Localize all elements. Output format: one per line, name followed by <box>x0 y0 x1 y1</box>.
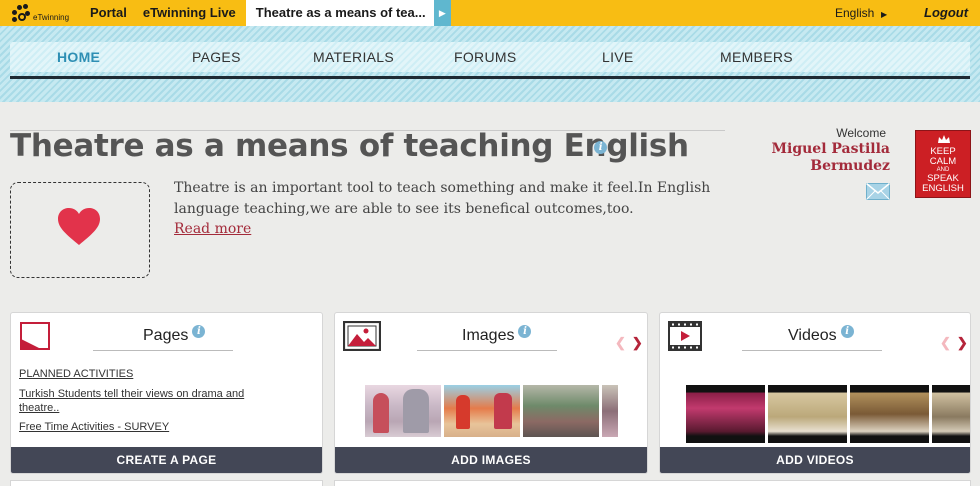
images-thumbnails <box>365 385 618 437</box>
next-card-edge <box>334 480 971 486</box>
pages-card: Pages i PLANNED ACTIVITIES Turkish Studen… <box>10 312 323 474</box>
active-project-tab[interactable]: Theatre as a means of tea... <box>245 0 434 26</box>
nav-divider <box>10 76 970 79</box>
carousel-next-icon[interactable]: ❯ <box>957 335 968 350</box>
etwinning-logo-icon <box>10 2 32 24</box>
user-name-line1: Miguel Pastilla <box>771 141 890 157</box>
crown-icon <box>938 135 950 143</box>
page-link[interactable]: PLANNED ACTIVITIES <box>19 367 279 381</box>
etwinning-live-link[interactable]: eTwinning Live <box>135 0 244 26</box>
page-link[interactable]: Free Time Activities - SURVEY <box>19 420 279 434</box>
title-underline <box>742 350 882 351</box>
etwinning-logo[interactable]: eTwinning <box>0 0 82 26</box>
pages-icon <box>20 322 50 350</box>
top-bar: eTwinning Portal eTwinning Live Theatre … <box>0 0 980 26</box>
project-logo-placeholder <box>10 182 150 278</box>
images-carousel-arrows: ❮ ❯ <box>615 335 643 351</box>
pages-card-title: Pages i <box>143 325 206 345</box>
nav-forums[interactable]: FORUMS <box>454 42 516 72</box>
main-nav: HOME PAGES MATERIALS FORUMS LIVE MEMBERS <box>10 42 970 72</box>
images-card: Images i ❮ ❯ ADD IMAGES <box>334 312 648 474</box>
videos-icon <box>668 321 702 351</box>
user-name-line2: Bermudez <box>810 158 890 174</box>
nav-materials[interactable]: MATERIALS <box>313 42 394 72</box>
nav-home[interactable]: HOME <box>57 42 100 72</box>
video-thumbnail[interactable] <box>768 385 847 443</box>
nav-pages[interactable]: PAGES <box>192 42 241 72</box>
user-name[interactable]: Miguel Pastilla Bermudez <box>760 141 890 175</box>
add-videos-button[interactable]: ADD VIDEOS <box>660 447 970 473</box>
pages-card-title-text: Pages <box>143 327 189 344</box>
portal-link[interactable]: Portal <box>82 0 135 26</box>
videos-card-title-text: Videos <box>788 327 837 344</box>
language-selector[interactable]: English ▶ <box>835 0 887 28</box>
info-icon[interactable]: i <box>840 325 854 338</box>
carousel-prev-icon[interactable]: ❮ <box>940 335 951 350</box>
mail-icon[interactable] <box>866 183 890 200</box>
logout-link[interactable]: Logout <box>924 0 968 26</box>
logo-text: eTwinning <box>33 12 70 22</box>
videos-thumbnails <box>686 385 970 443</box>
video-thumbnail[interactable] <box>932 385 970 443</box>
add-images-button[interactable]: ADD IMAGES <box>335 447 647 473</box>
info-icon[interactable]: i <box>518 325 532 338</box>
language-arrow-icon: ▶ <box>881 10 888 19</box>
image-thumbnail[interactable] <box>444 385 520 437</box>
create-page-button[interactable]: CREATE A PAGE <box>11 447 322 473</box>
images-card-title-text: Images <box>462 327 515 344</box>
nav-live[interactable]: LIVE <box>602 42 634 72</box>
image-thumbnail[interactable] <box>365 385 441 437</box>
heart-icon <box>58 208 100 245</box>
carousel-prev-icon[interactable]: ❮ <box>615 335 626 350</box>
read-more-link[interactable]: Read more <box>174 221 251 237</box>
welcome-label: Welcome <box>836 126 886 140</box>
title-underline <box>417 350 557 351</box>
videos-card: Videos i ❮ ❯ ADD VIDEOS <box>659 312 971 474</box>
image-thumbnail[interactable] <box>602 385 618 437</box>
tab-expand-arrow-icon[interactable]: ▶ <box>433 0 451 26</box>
project-title: Theatre as a means of teaching English i <box>10 128 689 164</box>
navigation-band: HOME PAGES MATERIALS FORUMS LIVE MEMBERS <box>0 26 980 102</box>
video-thumbnail[interactable] <box>850 385 929 443</box>
project-description: Theatre is an important tool to teach so… <box>174 180 711 217</box>
pages-list: PLANNED ACTIVITIES Turkish Students tell… <box>19 367 279 440</box>
images-icon <box>343 321 381 351</box>
info-icon[interactable]: i <box>594 141 607 154</box>
avatar-text-5: ENGLISH <box>922 183 964 194</box>
nav-members[interactable]: MEMBERS <box>720 42 793 72</box>
avatar[interactable]: KEEP CALM AND SPEAK ENGLISH <box>915 130 971 198</box>
project-title-text: Theatre as a means of teaching English <box>10 128 689 164</box>
info-icon[interactable]: i <box>192 325 206 338</box>
next-card-edge <box>10 480 323 486</box>
video-thumbnail[interactable] <box>686 385 765 443</box>
images-card-title: Images i <box>462 325 532 345</box>
language-label: English <box>835 6 875 20</box>
videos-card-title: Videos i <box>788 325 854 345</box>
page-link[interactable]: Turkish Students tell their views on dra… <box>19 387 279 415</box>
carousel-next-icon[interactable]: ❯ <box>632 335 643 350</box>
title-underline <box>93 350 233 351</box>
avatar-text-2: CALM <box>929 156 957 167</box>
videos-carousel-arrows: ❮ ❯ <box>940 335 968 351</box>
image-thumbnail[interactable] <box>523 385 599 437</box>
